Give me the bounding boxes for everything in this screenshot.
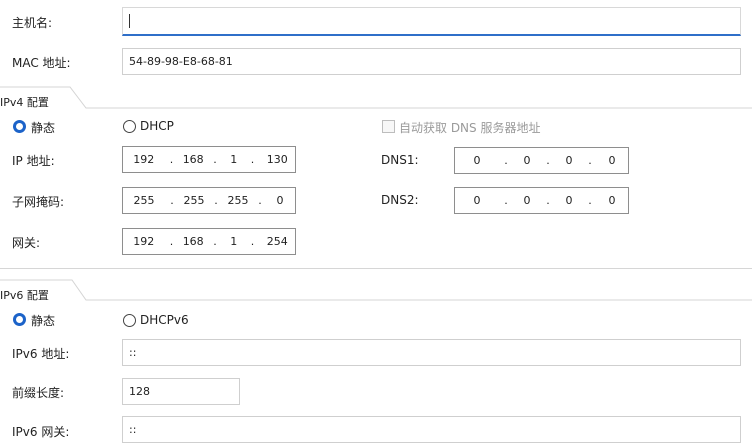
ip-octet[interactable]: 1 xyxy=(222,153,246,166)
mask-octet[interactable]: 0 xyxy=(267,194,293,207)
ipv6-static-radio[interactable] xyxy=(13,313,26,326)
ipv6-gateway-label: IPv6 网关: xyxy=(12,425,70,439)
prefix-length-label: 前缀长度: xyxy=(12,386,65,400)
ip-octet[interactable]: 192 xyxy=(123,153,165,166)
auto-dns-checkbox[interactable] xyxy=(382,120,395,133)
ipv4-section-divider xyxy=(0,86,752,109)
ipv6-dhcp-label: DHCPv6 xyxy=(140,313,189,327)
dns1-octet[interactable]: 0 xyxy=(555,154,583,167)
ipv6-section-divider xyxy=(0,279,752,301)
ipv4-static-label: 静态 xyxy=(31,121,56,135)
ipv6-address-input[interactable]: :: xyxy=(122,339,741,366)
ipv6-gateway-input[interactable]: :: xyxy=(122,416,741,443)
dns1-label: DNS1: xyxy=(381,153,419,167)
ipv4-dhcp-label: DHCP xyxy=(140,119,174,133)
ipv6-address-label: IPv6 地址: xyxy=(12,347,70,361)
section-separator xyxy=(0,268,752,269)
ipv6-static-label: 静态 xyxy=(31,314,56,328)
ipv6-dhcp-radio[interactable] xyxy=(123,314,136,327)
dns1-octet[interactable]: 0 xyxy=(513,154,541,167)
prefix-length-input[interactable]: 128 xyxy=(122,378,240,405)
mac-field: 54-89-98-E8-68-81 xyxy=(122,48,741,75)
ipv4-static-radio[interactable] xyxy=(13,120,26,133)
ipv4-ip-label: IP 地址: xyxy=(12,154,55,168)
subnet-mask-input[interactable]: 255. 255. 255. 0 xyxy=(122,187,296,214)
dns2-octet[interactable]: 0 xyxy=(555,194,583,207)
dns2-octet[interactable]: 0 xyxy=(455,194,499,207)
ipv4-dhcp-radio[interactable] xyxy=(123,120,136,133)
dns2-octet[interactable]: 0 xyxy=(513,194,541,207)
hostname-input[interactable] xyxy=(122,7,741,36)
ip-octet[interactable]: 168 xyxy=(178,153,208,166)
gateway-octet[interactable]: 1 xyxy=(222,235,246,248)
ipv6-gateway-value: :: xyxy=(129,423,137,436)
hostname-label: 主机名: xyxy=(12,16,53,30)
gateway-label: 网关: xyxy=(12,236,41,250)
gateway-octet[interactable]: 254 xyxy=(259,235,295,248)
mask-octet[interactable]: 255 xyxy=(123,194,165,207)
dns2-label: DNS2: xyxy=(381,193,419,207)
gateway-octet[interactable]: 192 xyxy=(123,235,165,248)
ip-octet[interactable]: 130 xyxy=(259,153,295,166)
mac-value: 54-89-98-E8-68-81 xyxy=(129,55,233,68)
mask-octet[interactable]: 255 xyxy=(179,194,209,207)
dns1-octet[interactable]: 0 xyxy=(597,154,627,167)
auto-dns-label: 自动获取 DNS 服务器地址 xyxy=(399,121,541,135)
ipv4-ip-input[interactable]: 192. 168. 1. 130 xyxy=(122,146,296,173)
dns2-input[interactable]: 0. 0. 0. 0 xyxy=(454,187,629,214)
gateway-octet[interactable]: 168 xyxy=(178,235,208,248)
mac-label: MAC 地址: xyxy=(12,56,71,70)
prefix-length-value: 128 xyxy=(129,385,150,398)
text-caret xyxy=(129,14,130,28)
dns1-input[interactable]: 0. 0. 0. 0 xyxy=(454,147,629,174)
subnet-mask-label: 子网掩码: xyxy=(12,195,65,209)
ipv6-address-value: :: xyxy=(129,346,137,359)
dns1-octet[interactable]: 0 xyxy=(455,154,499,167)
dns2-octet[interactable]: 0 xyxy=(597,194,627,207)
mask-octet[interactable]: 255 xyxy=(223,194,253,207)
gateway-input[interactable]: 192. 168. 1. 254 xyxy=(122,228,296,255)
